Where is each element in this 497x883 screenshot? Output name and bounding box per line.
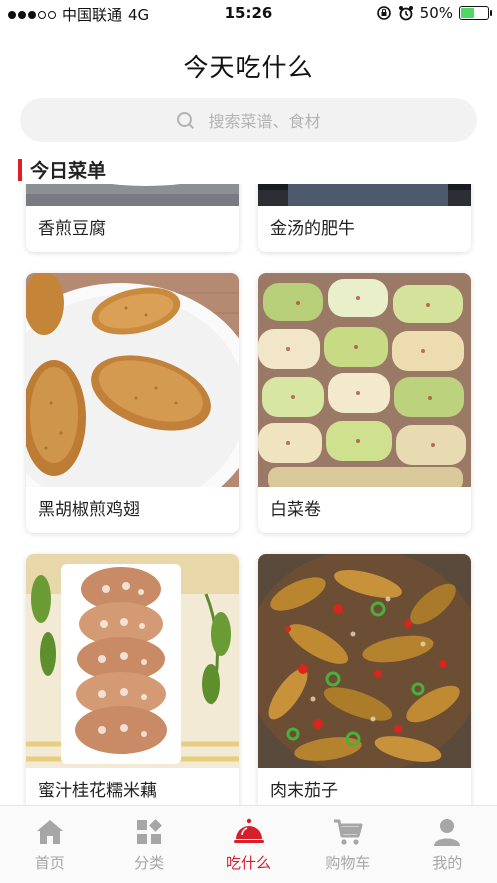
cart-icon	[333, 819, 363, 845]
recipe-name: 白菜卷	[270, 500, 321, 520]
recipe-name: 香煎豆腐	[38, 219, 106, 239]
battery-icon	[459, 6, 492, 20]
tab-label: 吃什么	[226, 854, 272, 872]
tab-what-to-eat[interactable]: 吃什么	[199, 806, 298, 883]
recipe-image-eggplant	[258, 554, 471, 768]
search-input[interactable]: 搜索菜谱、食材	[20, 98, 477, 142]
tab-label: 我的	[432, 854, 463, 872]
recipe-name: 肉末茄子	[270, 781, 338, 801]
recipe-grid[interactable]: 香煎豆腐 金汤的肥牛 黑胡椒煎鸡翅 白菜卷 蜜汁桂花糯米藕 肉末茄子	[0, 184, 497, 806]
status-right: 50%	[376, 4, 492, 22]
status-bar: 中国联通 4G 15:26 50%	[0, 0, 497, 28]
tab-home[interactable]: 首页	[0, 806, 99, 883]
recipe-card[interactable]: 香煎豆腐	[26, 184, 239, 252]
recipe-card[interactable]: 白菜卷	[258, 273, 471, 533]
recipe-card[interactable]: 黑胡椒煎鸡翅	[26, 273, 239, 533]
search-placeholder: 搜索菜谱、食材	[208, 112, 321, 131]
recipe-image-beef	[258, 184, 471, 206]
search-icon	[176, 111, 194, 129]
recipe-card[interactable]: 蜜汁桂花糯米藕	[26, 554, 239, 806]
recipe-name: 黑胡椒煎鸡翅	[38, 500, 140, 520]
recipe-image-tofu	[26, 184, 239, 206]
battery-level	[461, 8, 474, 18]
recipe-card[interactable]: 金汤的肥牛	[258, 184, 471, 252]
recipe-image-chicken-wings	[26, 273, 239, 487]
recipe-image-cabbage-rolls	[258, 273, 471, 487]
battery-percent: 50%	[419, 4, 453, 22]
recipe-name: 蜜汁桂花糯米藕	[38, 781, 157, 801]
rotation-lock-icon	[376, 6, 391, 20]
tab-cart[interactable]: 购物车	[298, 806, 397, 883]
tab-label: 首页	[34, 854, 65, 872]
recipe-image-lotus-root	[26, 554, 239, 768]
section-title-label: 今日菜单	[30, 160, 107, 182]
tab-profile[interactable]: 我的	[398, 806, 497, 883]
category-icon	[137, 819, 162, 844]
alarm-clock-icon	[398, 6, 413, 21]
recipe-card[interactable]: 肉末茄子	[258, 554, 471, 806]
tab-label: 购物车	[325, 854, 371, 872]
recipe-name: 金汤的肥牛	[270, 219, 355, 239]
tab-label: 分类	[134, 854, 165, 872]
cloche-icon	[233, 818, 264, 843]
home-icon	[36, 820, 63, 844]
section-accent-bar	[18, 158, 22, 181]
page-title: 今天吃什么	[183, 53, 314, 82]
user-icon	[434, 819, 461, 846]
section-title: 今日菜单	[18, 156, 106, 183]
tab-bar: 首页 分类 吃什么 购物车 我的	[0, 805, 497, 883]
tab-category[interactable]: 分类	[99, 806, 198, 883]
